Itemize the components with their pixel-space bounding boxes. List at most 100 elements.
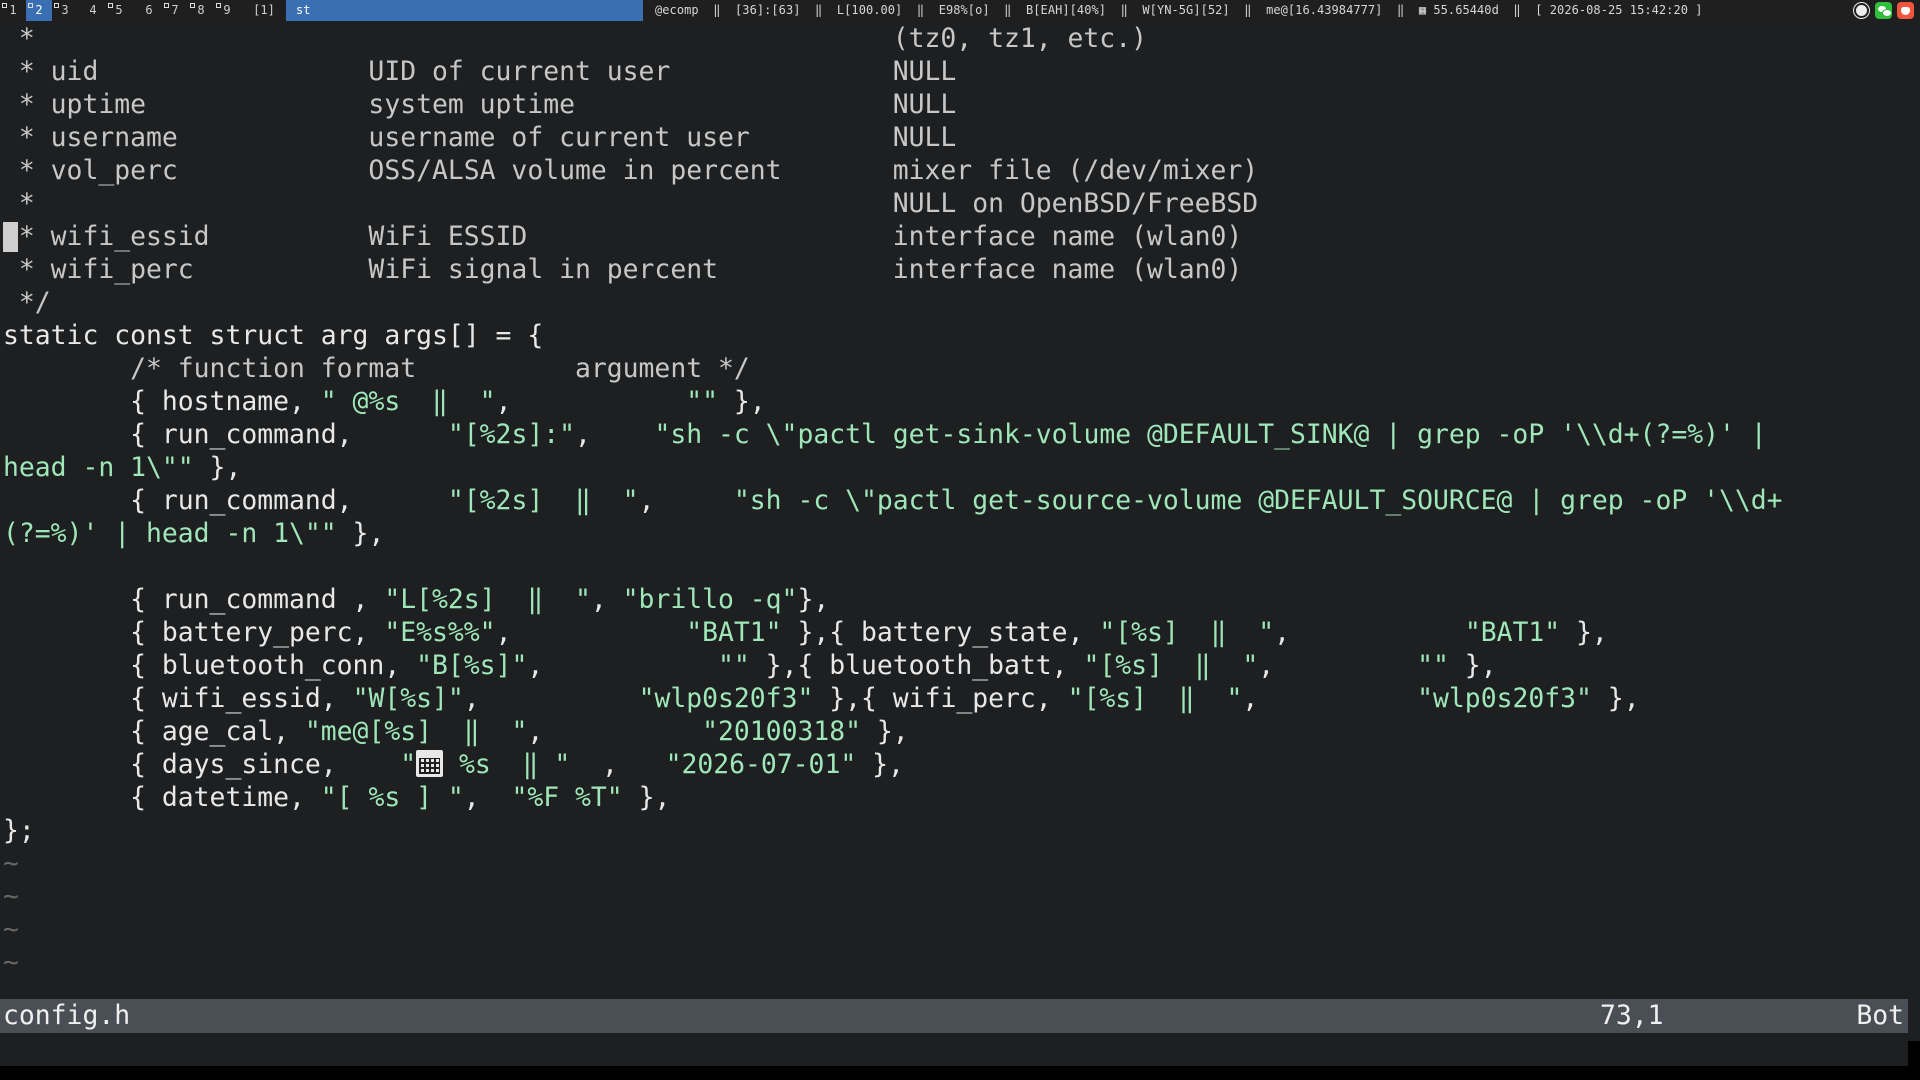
string-literal: "B[%s]" bbox=[416, 650, 528, 681]
code-text: { bluetooth_conn, bbox=[3, 650, 417, 681]
code-text: { run_command , bbox=[3, 584, 385, 615]
code-text: },{ bluetooth_batt, bbox=[749, 650, 1084, 681]
code-line[interactable]: { days_since, " %s ‖ " , "2026-07-01" }, bbox=[3, 748, 904, 781]
tag-2[interactable]: 2 bbox=[26, 0, 52, 21]
string-literal: "brillo -q" bbox=[622, 584, 798, 615]
tag-8[interactable]: 8 bbox=[188, 0, 214, 21]
code-text: }, bbox=[718, 386, 766, 417]
code-text: { datetime, bbox=[3, 782, 321, 813]
string-literal: "W[%s]" bbox=[352, 683, 464, 714]
empty-line-marker: ~ bbox=[3, 947, 19, 978]
calendar-icon bbox=[416, 750, 444, 777]
code-line[interactable]: * (tz0, tz1, etc.) bbox=[3, 22, 1147, 55]
code-line[interactable]: ~ bbox=[3, 847, 19, 880]
terminal-window[interactable]: * (tz0, tz1, etc.) * uid UID of current … bbox=[0, 21, 1920, 1066]
tag-3[interactable]: 3 bbox=[52, 0, 78, 21]
code-text: }, bbox=[193, 452, 242, 483]
code-text: }, bbox=[336, 518, 385, 549]
string-literal: "[%s] ‖ " bbox=[1067, 683, 1243, 714]
code-text: }, bbox=[861, 716, 909, 747]
code-line[interactable]: */ bbox=[3, 286, 51, 319]
comment-text: * wifi_perc WiFi signal in percent inter… bbox=[3, 254, 1243, 285]
tag-7[interactable]: 7 bbox=[162, 0, 188, 21]
code-text: , bbox=[638, 485, 734, 516]
string-literal: "me@[%s] ‖ " bbox=[304, 716, 528, 747]
string-literal: "[%2s]:" bbox=[447, 419, 575, 450]
string-literal: "2026-07-01" bbox=[665, 749, 857, 780]
code-line[interactable]: * username username of current user NULL bbox=[3, 121, 956, 154]
code-text: }; bbox=[3, 815, 35, 846]
wechat-icon[interactable] bbox=[1875, 2, 1892, 19]
comment-text: * NULL on OpenBSD/FreeBSD bbox=[3, 188, 1259, 219]
string-literal: "%F %T" bbox=[511, 782, 623, 813]
code-text: }, bbox=[1560, 617, 1608, 648]
string-literal: " bbox=[400, 749, 417, 780]
code-text: , bbox=[463, 782, 512, 813]
code-line[interactable]: { wifi_essid, "W[%s]", "wlp0s20f3" },{ w… bbox=[3, 682, 1640, 715]
code-line[interactable]: head -n 1\"" }, bbox=[3, 451, 241, 484]
code-line[interactable]: * uptime system uptime NULL bbox=[3, 88, 956, 121]
code-text: { run_command, bbox=[3, 419, 448, 450]
brightness-icon[interactable] bbox=[1853, 2, 1870, 19]
code-line[interactable]: ~ bbox=[3, 880, 19, 913]
code-text: { age_cal, bbox=[3, 716, 305, 747]
code-text: , bbox=[495, 617, 687, 648]
code-line[interactable]: { age_cal, "me@[%s] ‖ ", "20100318" }, bbox=[3, 715, 909, 748]
cursor bbox=[3, 222, 18, 252]
code-text: , bbox=[1274, 617, 1465, 648]
code-text: }, bbox=[1448, 650, 1497, 681]
string-literal: "wlp0s20f3" bbox=[638, 683, 814, 714]
comment-text: * uptime system uptime NULL bbox=[3, 89, 957, 120]
empty-line-marker: ~ bbox=[3, 881, 19, 912]
code-line[interactable]: ~ bbox=[3, 946, 19, 979]
code-text: { wifi_essid, bbox=[3, 683, 353, 714]
string-literal: "[ %s ] " bbox=[320, 782, 464, 813]
code-line[interactable]: }; bbox=[3, 814, 35, 847]
string-literal: "[%s] ‖ " bbox=[1083, 650, 1259, 681]
code-text: }, bbox=[622, 782, 671, 813]
tag-6[interactable]: 6 bbox=[136, 0, 162, 21]
empty-line-marker: ~ bbox=[3, 848, 19, 879]
string-literal: head -n 1\"" bbox=[3, 452, 194, 483]
code-line[interactable]: { hostname, " @%s ‖ ", "" }, bbox=[3, 385, 766, 418]
app-icon[interactable] bbox=[1897, 2, 1914, 19]
string-literal: "" bbox=[686, 386, 719, 417]
code-text: }, bbox=[856, 749, 904, 780]
code-text: , bbox=[527, 716, 703, 747]
window-title[interactable]: st bbox=[286, 0, 643, 21]
code-line[interactable]: static const struct arg args[] = { bbox=[3, 319, 543, 352]
status-text: @ecomp ‖ [36]:[63] ‖ L[100.00] ‖ E98%[o]… bbox=[655, 3, 1703, 17]
tag-9[interactable]: 9 bbox=[214, 0, 240, 21]
code-line[interactable]: * vol_perc OSS/ALSA volume in percent mi… bbox=[3, 154, 1258, 187]
string-literal: "E%s%%" bbox=[384, 617, 496, 648]
code-line[interactable]: (?=%)' | head -n 1\"" }, bbox=[3, 517, 384, 550]
comment-text: * wifi_essid WiFi ESSID interface name (… bbox=[3, 221, 1243, 252]
code-line[interactable]: { run_command , "L[%2s] ‖ ", "brillo -q"… bbox=[3, 583, 829, 616]
code-line[interactable]: * uid UID of current user NULL bbox=[3, 55, 956, 88]
top-bar: 1 2 3 4 5 6 7 8 9 [1] st @ecomp ‖ [36]:[… bbox=[0, 0, 1920, 21]
code-text: , bbox=[1258, 650, 1418, 681]
string-literal: "" bbox=[1417, 650, 1449, 681]
code-line[interactable]: * NULL on OpenBSD/FreeBSD bbox=[3, 187, 1258, 220]
code-line[interactable]: * wifi_essid WiFi ESSID interface name (… bbox=[3, 220, 1242, 253]
system-tray bbox=[1853, 2, 1914, 19]
code-line[interactable]: { battery_perc, "E%s%%", "BAT1" },{ batt… bbox=[3, 616, 1608, 649]
tag-4[interactable]: 4 bbox=[80, 0, 106, 21]
code-line[interactable]: * wifi_perc WiFi signal in percent inter… bbox=[3, 253, 1242, 286]
code-line[interactable]: { run_command, "[%2s] ‖ ", "sh -c \"pact… bbox=[3, 484, 1782, 517]
string-literal: "wlp0s20f3" bbox=[1417, 683, 1592, 714]
code-line[interactable]: { run_command, "[%2s]:", "sh -c \"pactl … bbox=[3, 418, 1767, 451]
tag-1[interactable]: 1 bbox=[0, 0, 26, 21]
code-text: , bbox=[463, 683, 639, 714]
code-line[interactable]: { datetime, "[ %s ] ", "%F %T" }, bbox=[3, 781, 670, 814]
tag-5[interactable]: 5 bbox=[106, 0, 132, 21]
code-line[interactable]: { bluetooth_conn, "B[%s]", "" },{ blueto… bbox=[3, 649, 1497, 682]
code-line[interactable]: ~ bbox=[3, 913, 19, 946]
string-literal: (?=%)' | head -n 1\"" bbox=[3, 518, 337, 549]
command-line[interactable] bbox=[0, 1033, 1908, 1066]
code-line[interactable]: /* function format argument */ bbox=[3, 352, 750, 385]
code-text: , bbox=[570, 749, 666, 780]
layout-indicator[interactable]: [1] bbox=[248, 0, 280, 21]
code-text: , bbox=[527, 650, 719, 681]
string-literal: "20100318" bbox=[702, 716, 862, 747]
